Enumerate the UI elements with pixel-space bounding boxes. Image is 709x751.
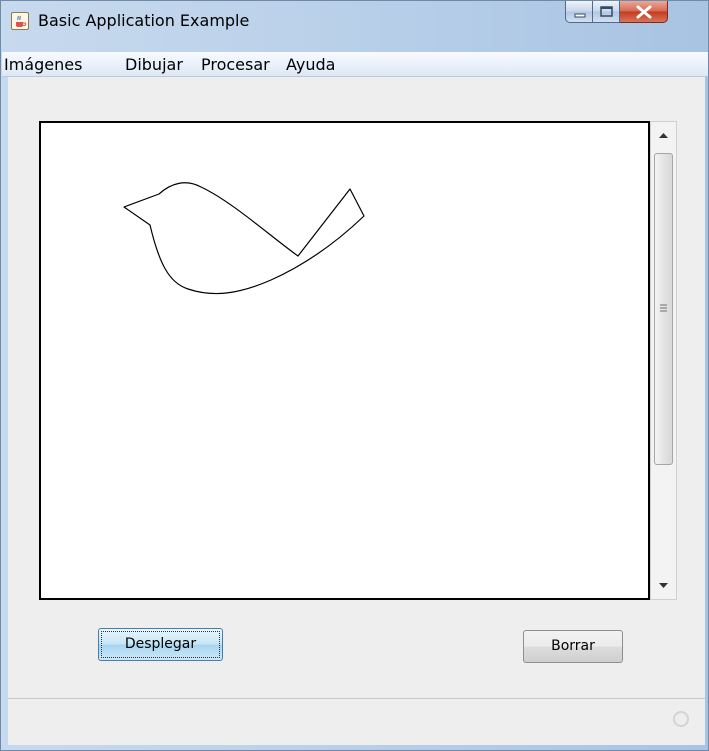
minimize-button[interactable]: [565, 1, 593, 23]
minimize-icon: [574, 13, 586, 18]
close-button[interactable]: [620, 1, 668, 23]
title-bar[interactable]: Basic Application Example: [1, 1, 709, 48]
vertical-scrollbar[interactable]: [650, 121, 677, 600]
maximize-button[interactable]: [593, 1, 620, 23]
scrollbar-thumb[interactable]: [654, 153, 673, 465]
application-window: Basic Application Example Imágenes Dibuj…: [0, 0, 709, 751]
close-icon: [636, 5, 652, 19]
status-bar: [8, 698, 705, 745]
desplegar-label: Desplegar: [124, 636, 197, 652]
window-title: Basic Application Example: [38, 11, 250, 30]
drawing-canvas[interactable]: [39, 121, 650, 600]
menu-ayuda[interactable]: Ayuda: [286, 55, 335, 74]
menu-imagenes[interactable]: Imágenes: [4, 55, 82, 74]
menu-procesar[interactable]: Procesar: [201, 55, 270, 74]
menu-bar: Imágenes Dibujar Procesar Ayuda: [2, 52, 708, 77]
menu-dibujar[interactable]: Dibujar: [125, 55, 183, 74]
content-panel: Desplegar Borrar: [8, 77, 705, 745]
grip-icon: [660, 304, 667, 312]
desplegar-button[interactable]: Desplegar: [98, 628, 223, 661]
bird-outline: [123, 182, 365, 295]
busy-indicator-icon: [673, 711, 689, 727]
java-cup-icon[interactable]: [11, 12, 29, 30]
borrar-label: Borrar: [551, 638, 595, 654]
caption-buttons: [565, 1, 668, 25]
scroll-down-arrow-icon[interactable]: [651, 573, 676, 599]
scroll-up-arrow-icon[interactable]: [651, 122, 676, 148]
maximize-icon: [600, 6, 613, 17]
borrar-button[interactable]: Borrar: [523, 630, 623, 663]
